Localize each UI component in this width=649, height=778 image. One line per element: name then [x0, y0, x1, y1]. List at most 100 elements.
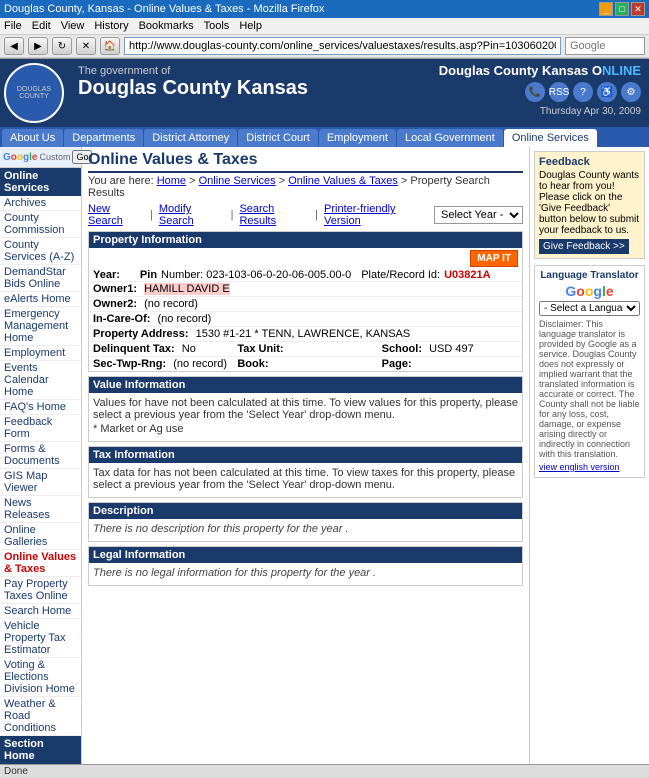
sidebar: Google Custom Go Online Services Archive…	[0, 147, 82, 764]
school-label: School:	[382, 343, 422, 355]
maximize-button[interactable]: □	[615, 2, 629, 16]
plate-value: U03821A	[444, 269, 490, 281]
content-area: Online Values & Taxes You are here: Home…	[82, 147, 529, 764]
breadcrumb-online-services[interactable]: Online Services	[199, 175, 276, 187]
back-button[interactable]: ◀	[4, 37, 24, 55]
settings-icon[interactable]: ⚙	[621, 82, 641, 102]
tax-info-body: Tax data for has not been calculated at …	[89, 463, 522, 497]
title-bar: Douglas County, Kansas - Online Values &…	[0, 0, 649, 18]
tab-online-services[interactable]: Online Services	[504, 129, 597, 147]
property-info-section: Property Information MAP IT Year: Pin Nu…	[88, 231, 523, 372]
address-bar[interactable]	[124, 37, 561, 55]
sidebar-item-weather[interactable]: Weather & Road Conditions	[0, 697, 81, 736]
close-button[interactable]: ✕	[631, 2, 645, 16]
stop-button[interactable]: ✕	[76, 37, 96, 55]
sidebar-item-ealerts[interactable]: eAlerts Home	[0, 292, 81, 307]
language-select-dropdown[interactable]: - Select a Language -	[539, 301, 640, 316]
forward-button[interactable]: ▶	[28, 37, 48, 55]
online-highlight: NLINE	[602, 63, 641, 78]
sidebar-item-search[interactable]: Search Home	[0, 604, 81, 619]
view-english-link[interactable]: view english version	[539, 462, 640, 473]
phone-icon[interactable]: 📞	[525, 82, 545, 102]
address-label: Property Address:	[93, 328, 189, 340]
sidebar-section-home[interactable]: Section Home	[0, 736, 81, 764]
menu-history[interactable]: History	[94, 20, 128, 32]
browser-window: Douglas County, Kansas - Online Values &…	[0, 0, 649, 59]
view-english-anchor[interactable]: view english version	[539, 462, 620, 472]
address-row: Property Address: 1530 #1-21 * TENN, LAW…	[89, 327, 522, 342]
sidebar-item-events[interactable]: Events Calendar Home	[0, 361, 81, 400]
menu-help[interactable]: Help	[239, 20, 262, 32]
tab-district-court[interactable]: District Court	[238, 129, 318, 147]
sidebar-item-archives[interactable]: Archives	[0, 196, 81, 211]
language-title: Language Translator	[539, 270, 640, 281]
give-feedback-button[interactable]: Give Feedback >>	[539, 239, 629, 254]
delinquent-cell: Delinquent Tax: No	[89, 342, 233, 356]
sidebar-item-forms[interactable]: Forms & Documents	[0, 442, 81, 469]
sidebar-google-search: Google Custom Go	[0, 147, 81, 168]
printer-friendly-link[interactable]: Printer-friendly Version	[324, 203, 428, 227]
school-value: USD 497	[429, 343, 474, 355]
modify-search-link[interactable]: Modify Search	[159, 203, 225, 227]
search-results-link[interactable]: Search Results	[239, 203, 309, 227]
description-text: There is no description for this propert…	[93, 523, 518, 535]
new-search-link[interactable]: New Search	[88, 203, 144, 227]
tab-district-attorney[interactable]: District Attorney	[144, 129, 237, 147]
tab-about-us[interactable]: About Us	[2, 129, 63, 147]
tab-local-government[interactable]: Local Government	[397, 129, 503, 147]
help-icon[interactable]: ?	[573, 82, 593, 102]
menu-bookmarks[interactable]: Bookmarks	[139, 20, 194, 32]
sidebar-item-county-commission[interactable]: County Commission	[0, 211, 81, 238]
online-badge: Douglas County Kansas ONLINE	[439, 63, 641, 78]
header-logo: DOUGLASCOUNTY	[0, 59, 68, 127]
sidebar-item-demandstar[interactable]: DemandStar Bids Online	[0, 265, 81, 292]
page-label: Page:	[382, 358, 412, 370]
language-disclaimer: Disclaimer: This language translator is …	[539, 319, 640, 459]
sidebar-item-online-values[interactable]: Online Values & Taxes	[0, 550, 81, 577]
map-it-button[interactable]: MAP IT	[470, 250, 518, 267]
sidebar-item-feedback[interactable]: Feedback Form	[0, 415, 81, 442]
sidebar-item-employment[interactable]: Employment	[0, 346, 81, 361]
legal-info-section: Legal Information There is no legal info…	[88, 546, 523, 586]
in-care-value: (no record)	[158, 313, 212, 325]
sidebar-item-news[interactable]: News Releases	[0, 496, 81, 523]
home-button[interactable]: 🏠	[100, 37, 120, 55]
search-input[interactable]	[565, 37, 645, 55]
tab-employment[interactable]: Employment	[319, 129, 396, 147]
sidebar-section-title: Online Services	[0, 168, 81, 196]
breadcrumb-online-values[interactable]: Online Values & Taxes	[288, 175, 398, 187]
county-seal: DOUGLASCOUNTY	[4, 63, 64, 123]
sidebar-item-gis[interactable]: GIS Map Viewer	[0, 469, 81, 496]
reload-button[interactable]: ↻	[52, 37, 72, 55]
right-sidebar: Feedback Douglas County wants to hear fr…	[529, 147, 649, 764]
header-title-area: The government of Douglas County Kansas	[68, 59, 431, 127]
sidebar-item-voting[interactable]: Voting & Elections Division Home	[0, 658, 81, 697]
language-box: Language Translator Google - Select a La…	[534, 265, 645, 478]
rss-icon[interactable]: RSS	[549, 82, 569, 102]
menu-edit[interactable]: Edit	[32, 20, 51, 32]
sidebar-item-faq[interactable]: FAQ's Home	[0, 400, 81, 415]
plate-label: Plate/Record Id:	[361, 269, 440, 281]
tab-departments[interactable]: Departments	[64, 129, 143, 147]
menu-view[interactable]: View	[61, 20, 85, 32]
window-controls: _ □ ✕	[599, 2, 645, 16]
sec-book-row: Sec-Twp-Rng: (no record) Book: Page:	[89, 357, 522, 371]
sidebar-item-vehicle[interactable]: Vehicle Property Tax Estimator	[0, 619, 81, 658]
description-section: Description There is no description for …	[88, 502, 523, 542]
pin-row: Year: Pin Number: 023-103-06-0-20-06-005…	[89, 269, 522, 282]
header-icon-bar: 📞 RSS ? ♿ ⚙	[525, 82, 641, 102]
google-translate-logo: Google	[539, 283, 640, 299]
tax-info-header: Tax Information	[89, 447, 522, 463]
sidebar-item-county-services[interactable]: County Services (A-Z)	[0, 238, 81, 265]
menu-file[interactable]: File	[4, 20, 22, 32]
value-info-section: Value Information Values for have not be…	[88, 376, 523, 442]
minimize-button[interactable]: _	[599, 2, 613, 16]
select-year-dropdown[interactable]: Select Year -	[434, 206, 523, 224]
breadcrumb-home[interactable]: Home	[157, 175, 186, 187]
sidebar-item-galleries[interactable]: Online Galleries	[0, 523, 81, 550]
accessibility-icon[interactable]: ♿	[597, 82, 617, 102]
menu-tools[interactable]: Tools	[204, 20, 230, 32]
sidebar-item-emergency[interactable]: Emergency Management Home	[0, 307, 81, 346]
legal-info-text: There is no legal information for this p…	[93, 567, 518, 579]
sidebar-item-pay-taxes[interactable]: Pay Property Taxes Online	[0, 577, 81, 604]
